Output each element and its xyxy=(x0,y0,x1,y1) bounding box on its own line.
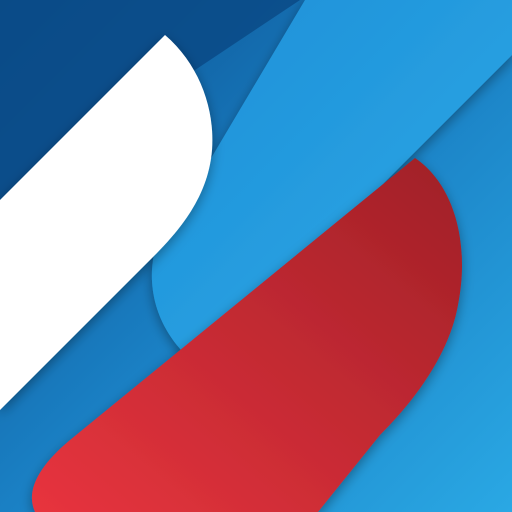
abstract-tricolor-wallpaper xyxy=(0,0,512,512)
